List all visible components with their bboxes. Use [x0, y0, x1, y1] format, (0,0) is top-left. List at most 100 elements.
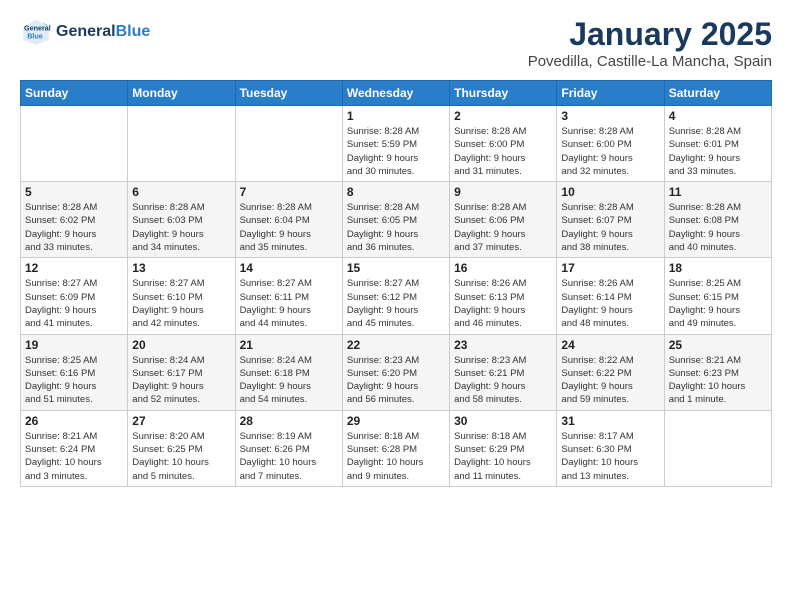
day-number: 30: [454, 414, 552, 428]
weekday-header: Monday: [128, 81, 235, 106]
calendar-cell: 5 Sunrise: 8:28 AM Sunset: 6:02 PM Daylig…: [21, 182, 128, 258]
day-detail: Sunrise: 8:24 AM Sunset: 6:17 PM Dayligh…: [132, 354, 230, 407]
header: General Blue General Blue January 2025 P…: [20, 16, 772, 70]
day-number: 12: [25, 261, 123, 275]
day-detail: Sunrise: 8:28 AM Sunset: 5:59 PM Dayligh…: [347, 125, 445, 178]
day-detail: Sunrise: 8:28 AM Sunset: 6:07 PM Dayligh…: [561, 201, 659, 254]
calendar-cell: 12 Sunrise: 8:27 AM Sunset: 6:09 PM Dayli…: [21, 258, 128, 334]
day-number: 24: [561, 338, 659, 352]
calendar-cell: 26Sunrise: 8:21 AM Sunset: 6:24 PM Dayli…: [21, 410, 128, 486]
calendar-cell: 19 Sunrise: 8:25 AM Sunset: 6:16 PM Dayli…: [21, 334, 128, 410]
day-detail: Sunrise: 8:27 AM Sunset: 6:09 PM Dayligh…: [25, 277, 123, 330]
day-detail: Sunrise: 8:28 AM Sunset: 6:02 PM Dayligh…: [25, 201, 123, 254]
calendar-week-row: 12 Sunrise: 8:27 AM Sunset: 6:09 PM Dayli…: [21, 258, 772, 334]
day-number: 29: [347, 414, 445, 428]
day-number: 13: [132, 261, 230, 275]
calendar-week-row: 5 Sunrise: 8:28 AM Sunset: 6:02 PM Daylig…: [21, 182, 772, 258]
calendar-cell: 27Sunrise: 8:20 AM Sunset: 6:25 PM Dayli…: [128, 410, 235, 486]
day-number: 22: [347, 338, 445, 352]
day-detail: Sunrise: 8:23 AM Sunset: 6:20 PM Dayligh…: [347, 354, 445, 407]
weekday-header: Friday: [557, 81, 664, 106]
calendar-cell: 2Sunrise: 8:28 AM Sunset: 6:00 PM Daylig…: [450, 106, 557, 182]
day-detail: Sunrise: 8:18 AM Sunset: 6:28 PM Dayligh…: [347, 430, 445, 483]
calendar-cell: 4 Sunrise: 8:28 AM Sunset: 6:01 PM Daylig…: [664, 106, 771, 182]
calendar-cell: 25Sunrise: 8:21 AM Sunset: 6:23 PM Dayli…: [664, 334, 771, 410]
weekday-header: Tuesday: [235, 81, 342, 106]
calendar-cell: 28 Sunrise: 8:19 AM Sunset: 6:26 PM Dayli…: [235, 410, 342, 486]
calendar-week-row: 19 Sunrise: 8:25 AM Sunset: 6:16 PM Dayli…: [21, 334, 772, 410]
calendar-cell: 30 Sunrise: 8:18 AM Sunset: 6:29 PM Dayli…: [450, 410, 557, 486]
day-detail: Sunrise: 8:27 AM Sunset: 6:10 PM Dayligh…: [132, 277, 230, 330]
calendar-cell: 11 Sunrise: 8:28 AM Sunset: 6:08 PM Dayli…: [664, 182, 771, 258]
day-number: 8: [347, 185, 445, 199]
day-number: 27: [132, 414, 230, 428]
day-number: 5: [25, 185, 123, 199]
day-detail: Sunrise: 8:27 AM Sunset: 6:11 PM Dayligh…: [240, 277, 338, 330]
month-title: January 2025: [528, 16, 772, 53]
calendar-cell: 23 Sunrise: 8:23 AM Sunset: 6:21 PM Dayli…: [450, 334, 557, 410]
calendar-cell: 8 Sunrise: 8:28 AM Sunset: 6:05 PM Daylig…: [342, 182, 449, 258]
calendar-cell: [664, 410, 771, 486]
svg-text:Blue: Blue: [27, 31, 43, 40]
day-number: 19: [25, 338, 123, 352]
day-detail: Sunrise: 8:28 AM Sunset: 6:00 PM Dayligh…: [561, 125, 659, 178]
day-detail: Sunrise: 8:21 AM Sunset: 6:24 PM Dayligh…: [25, 430, 123, 483]
day-number: 28: [240, 414, 338, 428]
weekday-header: Sunday: [21, 81, 128, 106]
logo: General Blue General Blue: [20, 16, 150, 48]
day-number: 21: [240, 338, 338, 352]
day-number: 3: [561, 109, 659, 123]
calendar-cell: 9 Sunrise: 8:28 AM Sunset: 6:06 PM Daylig…: [450, 182, 557, 258]
calendar-cell: 20 Sunrise: 8:24 AM Sunset: 6:17 PM Dayli…: [128, 334, 235, 410]
day-detail: Sunrise: 8:28 AM Sunset: 6:06 PM Dayligh…: [454, 201, 552, 254]
day-detail: Sunrise: 8:19 AM Sunset: 6:26 PM Dayligh…: [240, 430, 338, 483]
calendar-cell: 17 Sunrise: 8:26 AM Sunset: 6:14 PM Dayli…: [557, 258, 664, 334]
calendar-cell: 29 Sunrise: 8:18 AM Sunset: 6:28 PM Dayli…: [342, 410, 449, 486]
weekday-header: Saturday: [664, 81, 771, 106]
calendar-week-row: 1Sunrise: 8:28 AM Sunset: 5:59 PM Daylig…: [21, 106, 772, 182]
calendar-cell: 3 Sunrise: 8:28 AM Sunset: 6:00 PM Daylig…: [557, 106, 664, 182]
day-detail: Sunrise: 8:28 AM Sunset: 6:04 PM Dayligh…: [240, 201, 338, 254]
calendar-cell: 24 Sunrise: 8:22 AM Sunset: 6:22 PM Dayli…: [557, 334, 664, 410]
day-number: 16: [454, 261, 552, 275]
weekday-header: Wednesday: [342, 81, 449, 106]
calendar-cell: 14Sunrise: 8:27 AM Sunset: 6:11 PM Dayli…: [235, 258, 342, 334]
weekday-header: Thursday: [450, 81, 557, 106]
calendar-week-row: 26Sunrise: 8:21 AM Sunset: 6:24 PM Dayli…: [21, 410, 772, 486]
day-detail: Sunrise: 8:17 AM Sunset: 6:30 PM Dayligh…: [561, 430, 659, 483]
calendar-cell: [128, 106, 235, 182]
calendar-table: SundayMondayTuesdayWednesdayThursdayFrid…: [20, 80, 772, 487]
calendar-cell: 16 Sunrise: 8:26 AM Sunset: 6:13 PM Dayli…: [450, 258, 557, 334]
day-number: 23: [454, 338, 552, 352]
day-detail: Sunrise: 8:23 AM Sunset: 6:21 PM Dayligh…: [454, 354, 552, 407]
day-number: 15: [347, 261, 445, 275]
calendar-cell: [21, 106, 128, 182]
day-detail: Sunrise: 8:28 AM Sunset: 6:01 PM Dayligh…: [669, 125, 767, 178]
calendar-cell: 1Sunrise: 8:28 AM Sunset: 5:59 PM Daylig…: [342, 106, 449, 182]
logo-icon: General Blue: [20, 16, 52, 48]
day-number: 31: [561, 414, 659, 428]
calendar-cell: 7Sunrise: 8:28 AM Sunset: 6:04 PM Daylig…: [235, 182, 342, 258]
calendar-cell: 31 Sunrise: 8:17 AM Sunset: 6:30 PM Dayli…: [557, 410, 664, 486]
day-detail: Sunrise: 8:18 AM Sunset: 6:29 PM Dayligh…: [454, 430, 552, 483]
calendar-cell: [235, 106, 342, 182]
day-number: 18: [669, 261, 767, 275]
day-detail: Sunrise: 8:26 AM Sunset: 6:13 PM Dayligh…: [454, 277, 552, 330]
day-detail: Sunrise: 8:25 AM Sunset: 6:15 PM Dayligh…: [669, 277, 767, 330]
day-detail: Sunrise: 8:25 AM Sunset: 6:16 PM Dayligh…: [25, 354, 123, 407]
calendar-cell: 22 Sunrise: 8:23 AM Sunset: 6:20 PM Dayli…: [342, 334, 449, 410]
day-number: 4: [669, 109, 767, 123]
calendar-cell: 15Sunrise: 8:27 AM Sunset: 6:12 PM Dayli…: [342, 258, 449, 334]
day-number: 9: [454, 185, 552, 199]
day-detail: Sunrise: 8:28 AM Sunset: 6:08 PM Dayligh…: [669, 201, 767, 254]
day-number: 6: [132, 185, 230, 199]
day-detail: Sunrise: 8:22 AM Sunset: 6:22 PM Dayligh…: [561, 354, 659, 407]
location-title: Povedilla, Castille-La Mancha, Spain: [528, 53, 772, 70]
day-number: 17: [561, 261, 659, 275]
day-detail: Sunrise: 8:26 AM Sunset: 6:14 PM Dayligh…: [561, 277, 659, 330]
day-detail: Sunrise: 8:28 AM Sunset: 6:05 PM Dayligh…: [347, 201, 445, 254]
day-number: 11: [669, 185, 767, 199]
calendar-page: General Blue General Blue January 2025 P…: [0, 0, 792, 612]
day-number: 20: [132, 338, 230, 352]
calendar-cell: 21Sunrise: 8:24 AM Sunset: 6:18 PM Dayli…: [235, 334, 342, 410]
